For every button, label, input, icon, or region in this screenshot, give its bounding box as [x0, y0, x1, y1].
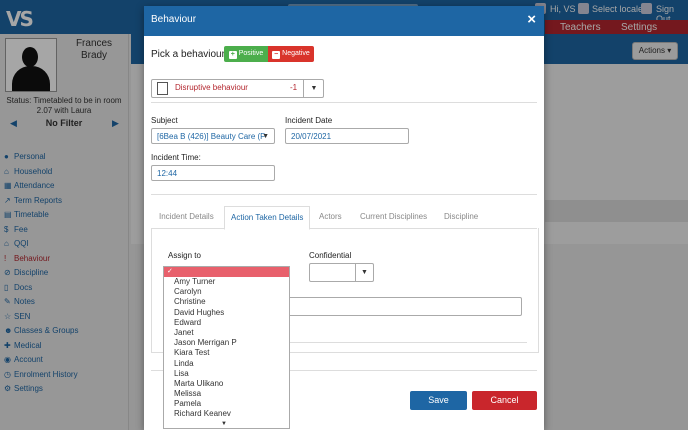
- dropdown-option[interactable]: Linda: [164, 359, 289, 369]
- dropdown-option[interactable]: Pamela: [164, 399, 289, 409]
- chevron-down-icon: ▼: [262, 133, 269, 140]
- plus-icon: +: [228, 51, 237, 59]
- assign-to-label: Assign to: [168, 251, 201, 260]
- dropdown-option[interactable]: Janet: [164, 328, 289, 338]
- modal-header: Behaviour ×: [144, 6, 544, 36]
- tab-discipline[interactable]: Discipline: [444, 212, 478, 221]
- pick-behaviour-label: Pick a behaviour: [151, 49, 225, 60]
- tab-action-taken-details[interactable]: Action Taken Details: [224, 206, 311, 230]
- cancel-button[interactable]: Cancel: [472, 391, 537, 410]
- incident-time-field[interactable]: 12:44: [151, 165, 275, 181]
- incident-time-label: Incident Time:: [151, 153, 201, 162]
- dropdown-option[interactable]: Amy Turner: [164, 277, 289, 287]
- save-button[interactable]: Save: [410, 391, 467, 410]
- dropdown-option[interactable]: Richard Keanev: [164, 409, 289, 419]
- dropdown-option[interactable]: Kiara Test: [164, 348, 289, 358]
- chevron-down-icon[interactable]: ▼: [303, 80, 324, 97]
- divider: [151, 194, 537, 195]
- chevron-down-icon[interactable]: ▼: [355, 264, 373, 281]
- modal-title: Behaviour: [151, 14, 197, 25]
- confidential-label: Confidential: [309, 251, 352, 260]
- dropdown-option[interactable]: Lisa: [164, 369, 289, 379]
- dropdown-option[interactable]: Jason Merrigan P: [164, 338, 289, 348]
- tab-current-disciplines[interactable]: Current Disciplines: [360, 212, 427, 221]
- positive-button[interactable]: + Positive: [224, 46, 268, 62]
- divider: [151, 102, 537, 103]
- dropdown-option[interactable]: Melissa: [164, 389, 289, 399]
- dropdown-option[interactable]: Edward: [164, 318, 289, 328]
- minus-icon: −: [272, 51, 281, 59]
- modal-tabs: Incident Details Action Taken Details Ac…: [151, 206, 537, 230]
- tab-incident-details[interactable]: Incident Details: [159, 212, 214, 221]
- tab-actors[interactable]: Actors: [319, 212, 342, 221]
- dropdown-option[interactable]: Carolyn: [164, 287, 289, 297]
- behaviour-value: Disruptive behaviour: [175, 83, 248, 92]
- incident-date-label: Incident Date: [285, 116, 333, 125]
- behaviour-points: -1: [290, 83, 298, 92]
- confidential-select[interactable]: ▼: [309, 263, 374, 282]
- subject-value: [6Bea B (426)] Beauty Care (F: [157, 132, 266, 141]
- notes-textarea[interactable]: [278, 297, 522, 316]
- incident-date-field[interactable]: 20/07/2021: [285, 128, 409, 144]
- subject-select[interactable]: [6Bea B (426)] Beauty Care (F ▼: [151, 128, 275, 144]
- dropdown-option[interactable]: David Hughes: [164, 308, 289, 318]
- document-icon: [157, 82, 168, 95]
- dropdown-option[interactable]: Christine: [164, 297, 289, 307]
- assign-to-dropdown[interactable]: ✓ Amy Turner Carolyn Christine David Hug…: [163, 266, 290, 429]
- dropdown-option[interactable]: Marta Ulikano: [164, 379, 289, 389]
- subject-label: Subject: [151, 116, 178, 125]
- negative-button[interactable]: − Negative: [268, 46, 314, 62]
- dropdown-selected-option[interactable]: ✓: [164, 267, 289, 277]
- scroll-down-icon[interactable]: ▼: [221, 421, 227, 427]
- close-icon[interactable]: ×: [527, 11, 536, 28]
- behaviour-select[interactable]: Disruptive behaviour -1 ▼: [151, 79, 324, 98]
